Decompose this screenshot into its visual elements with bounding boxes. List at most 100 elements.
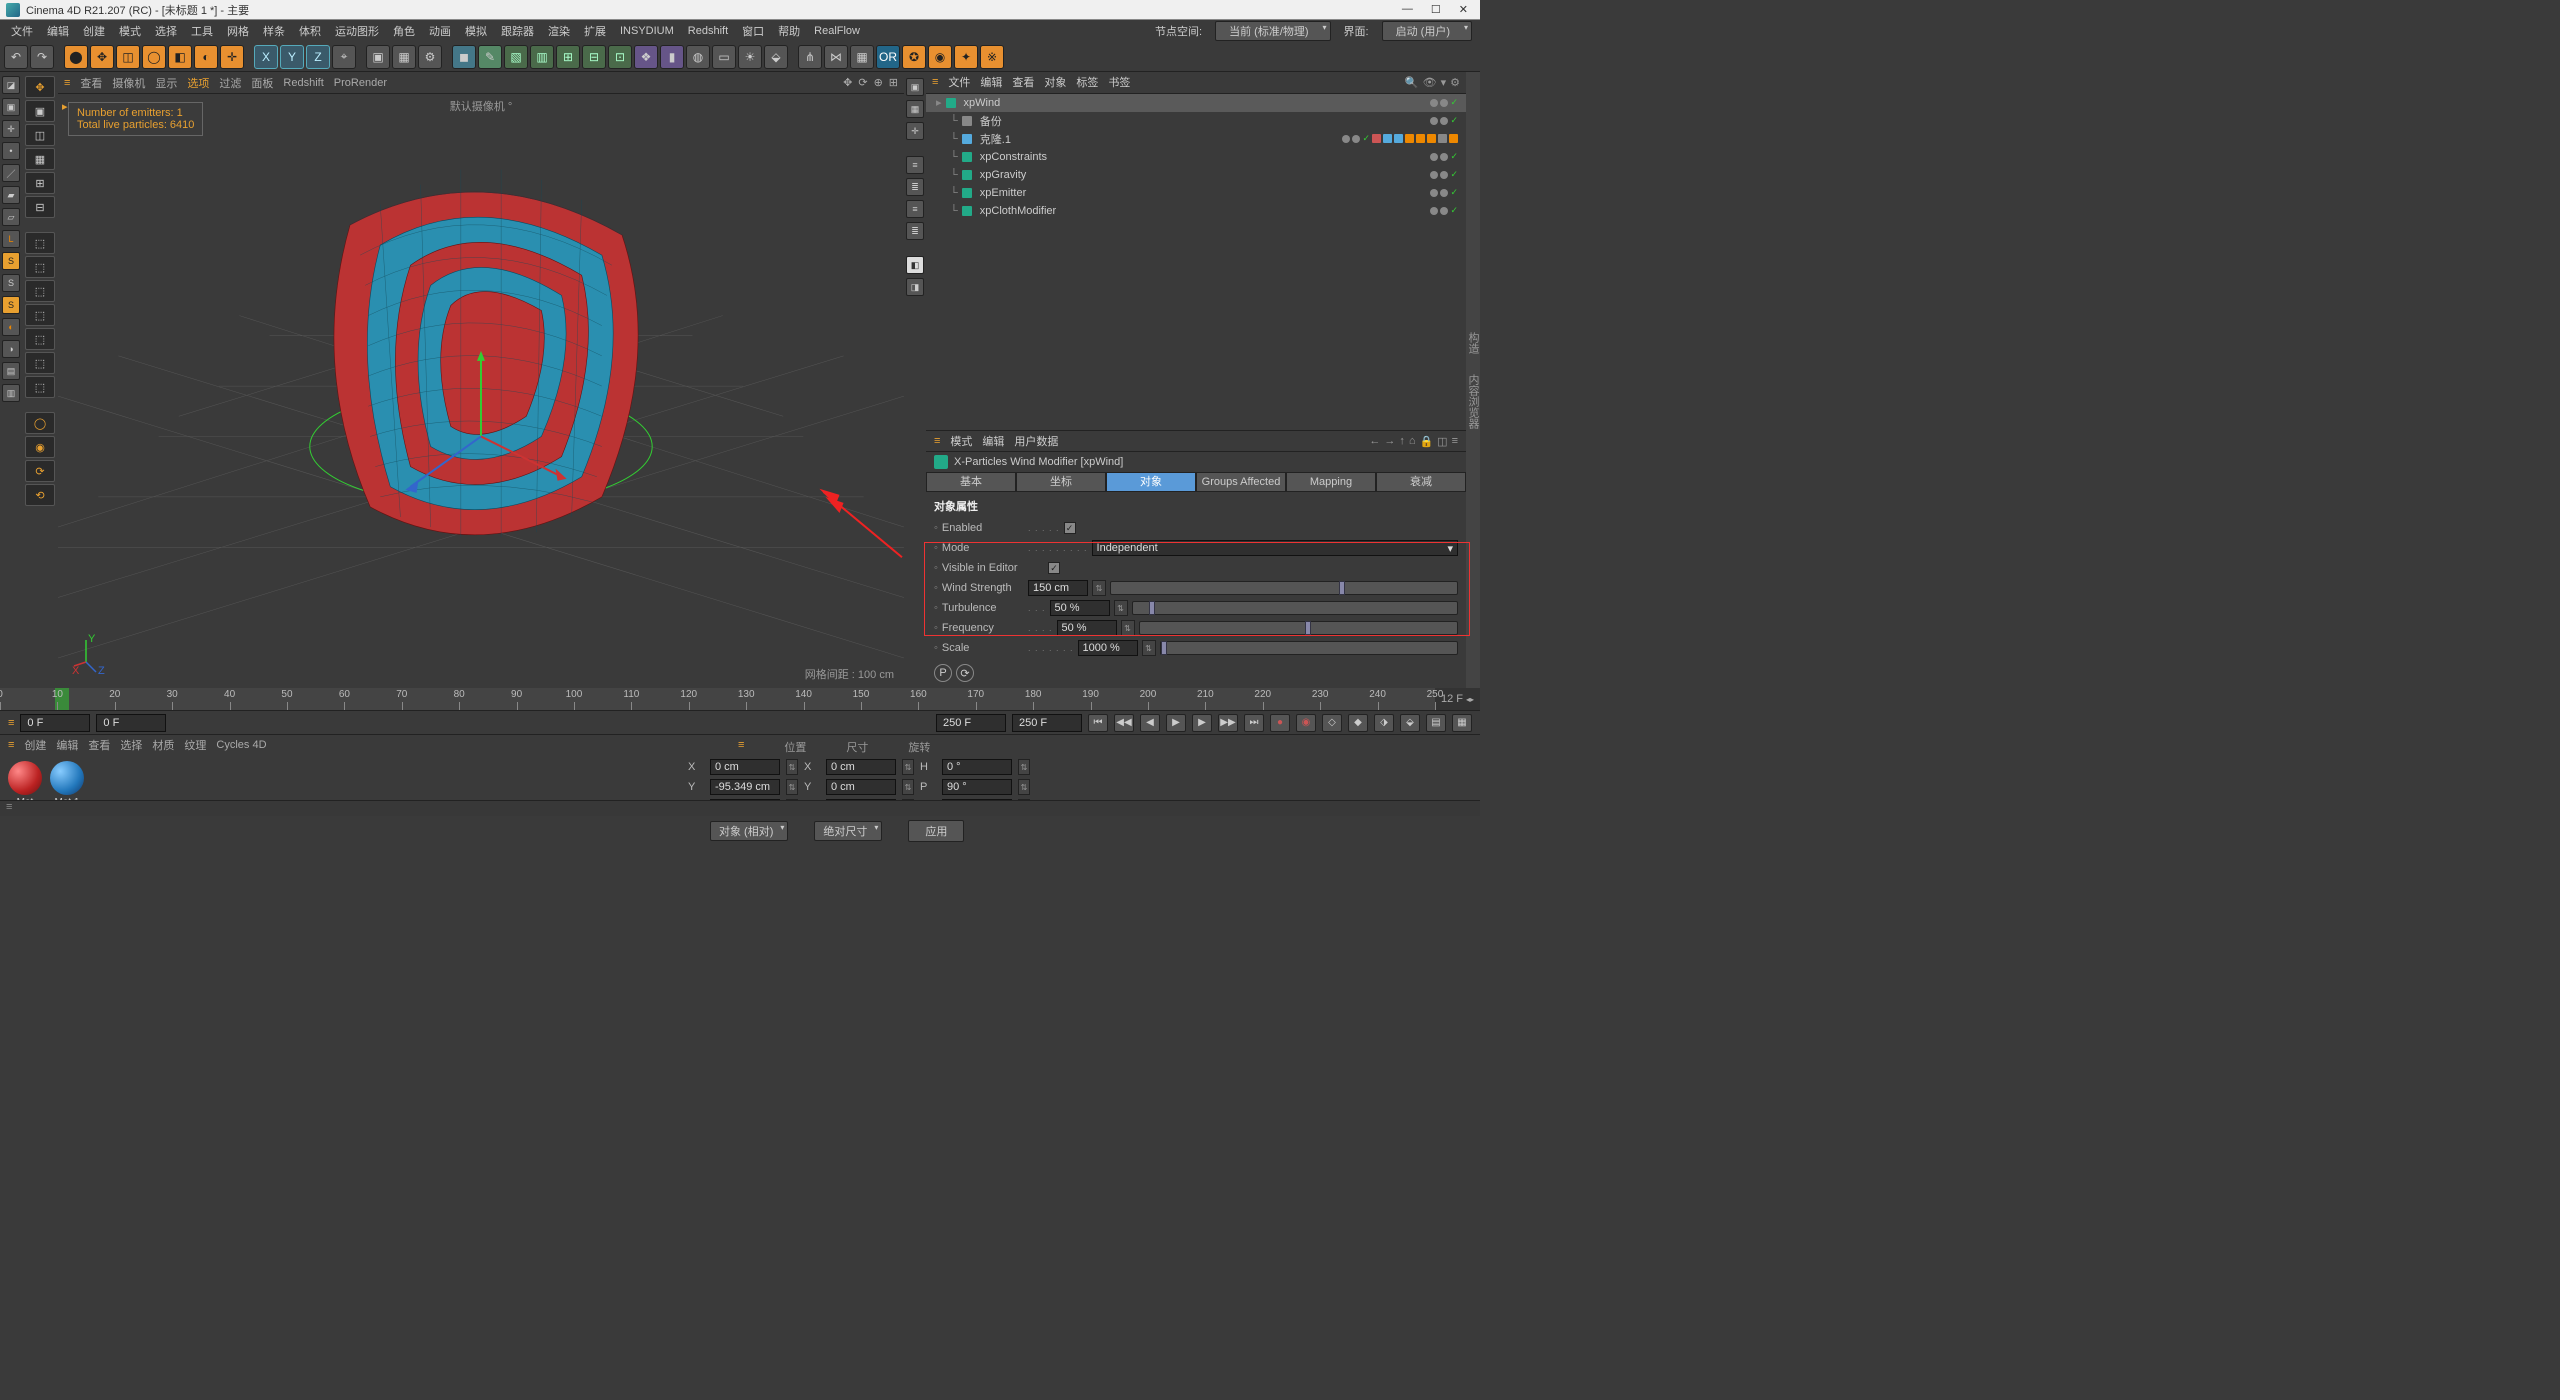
om-item-xpWind[interactable]: ▸ xpWind✓ (926, 94, 1466, 112)
coord-X-pos[interactable] (710, 759, 780, 775)
vp-display[interactable]: 显示 (155, 75, 177, 91)
menu-realflow[interactable]: RealFlow (807, 25, 867, 37)
viewport-solo[interactable]: ▤ (2, 362, 20, 380)
snap-grp-5[interactable]: ⬚ (25, 328, 55, 350)
prop-visible-checkbox[interactable]: ✓ (1048, 562, 1060, 574)
coord-mode1-dropdown[interactable]: 对象 (相对) (710, 821, 788, 841)
attr-nav-up[interactable]: ↑ (1399, 435, 1405, 448)
attr-nav-new[interactable]: ◫ (1437, 435, 1447, 448)
axis-mode[interactable]: ✛ (2, 120, 20, 138)
snap-grp-6[interactable]: ⬚ (25, 352, 55, 374)
play-button[interactable]: ▶ (1166, 714, 1186, 732)
wp-4[interactable]: ⟲ (25, 484, 55, 506)
key-opts-1[interactable]: ◇ (1322, 714, 1342, 732)
autokey-button[interactable]: ◉ (1296, 714, 1316, 732)
prop-freq-slider[interactable] (1139, 621, 1458, 635)
deformer-object[interactable]: ▮ (660, 45, 684, 69)
hud-toggle-icon[interactable]: ▸ (62, 100, 68, 113)
snap-grp-1[interactable]: ⬚ (25, 232, 55, 254)
attr-nav-opts[interactable]: ≡ (1452, 435, 1458, 448)
rotate-tool[interactable]: ◯ (142, 45, 166, 69)
om-eye-icon[interactable]: 👁 (1423, 76, 1437, 89)
prop-wind-slider[interactable] (1110, 581, 1458, 595)
prev-frame-button[interactable]: ◀ (1140, 714, 1160, 732)
snap-s1[interactable]: S (2, 252, 20, 270)
prop-turb-input[interactable] (1050, 600, 1110, 616)
om-tags[interactable]: 标签 (1076, 74, 1098, 90)
menu-mograph[interactable]: 运动图形 (328, 23, 386, 39)
viewport-3d[interactable]: Number of emitters: 1 Total live particl… (58, 94, 904, 688)
snap-grp-7[interactable]: ⬚ (25, 376, 55, 398)
vp-nav-icon-3[interactable]: ⊕ (874, 76, 883, 89)
coord-apply-button[interactable]: 应用 (908, 820, 964, 842)
prop-scale-slider[interactable] (1160, 641, 1458, 655)
prop-turb-slider[interactable] (1132, 601, 1458, 615)
render-view[interactable]: ▣ (366, 45, 390, 69)
mid-icon-3[interactable]: ✛ (906, 122, 924, 140)
coord-H-rot[interactable] (942, 759, 1012, 775)
vp-nav-icon-4[interactable]: ⊞ (889, 76, 898, 89)
undo-button[interactable]: ↶ (4, 45, 28, 69)
grid-toggle[interactable]: ▦ (850, 45, 874, 69)
vp-nav-icon-1[interactable]: ✥ (843, 76, 852, 89)
lasttool-button[interactable]: ◧ (168, 45, 192, 69)
layout-dropdown[interactable]: 启动 (用户) (1382, 21, 1472, 41)
key-opts-4[interactable]: ⬙ (1400, 714, 1420, 732)
om-item-备份[interactable]: └ 备份✓ (926, 112, 1466, 130)
key-opts-2[interactable]: ◆ (1348, 714, 1368, 732)
om-search-icon[interactable]: 🔍 (1405, 76, 1419, 89)
prop-mode-dropdown[interactable]: Independent▾ (1092, 540, 1458, 556)
octane-button[interactable]: OR (876, 45, 900, 69)
goto-end-button[interactable]: ⏭ (1244, 714, 1264, 732)
om-objects[interactable]: 对象 (1044, 74, 1066, 90)
snap-s3[interactable]: S (2, 296, 20, 314)
xp-button-1[interactable]: ✪ (902, 45, 926, 69)
y-axis-toggle[interactable]: Y (280, 45, 304, 69)
close-button[interactable]: ✕ (1459, 3, 1468, 16)
mid-icon-1[interactable]: ▣ (906, 78, 924, 96)
om-item-克隆.1[interactable]: └ 克隆.1✓ (926, 130, 1466, 148)
mat-material[interactable]: 材质 (152, 737, 174, 753)
next-frame-button[interactable]: ▶ (1192, 714, 1212, 732)
cloner-gen[interactable]: ⊞ (556, 45, 580, 69)
mid-icon-5[interactable]: ≣ (906, 178, 924, 196)
wp-1[interactable]: ◯ (25, 412, 55, 434)
mat-edit[interactable]: 编辑 (56, 737, 78, 753)
redo-button[interactable]: ↷ (30, 45, 54, 69)
menu-volume[interactable]: 体积 (292, 23, 328, 39)
subtab-object[interactable]: 对象 (1106, 472, 1196, 492)
vp-nav-icon-2[interactable]: ⟳ (858, 76, 867, 89)
mid-icon-6[interactable]: ≡ (906, 200, 924, 218)
z-axis-toggle[interactable]: Z (306, 45, 330, 69)
right-vertical-tabs[interactable]: 构造 内容浏览器 (1466, 72, 1480, 688)
bind-tool[interactable]: ⋈ (824, 45, 848, 69)
om-item-xpConstraints[interactable]: └ xpConstraints✓ (926, 148, 1466, 166)
menu-mode[interactable]: 模式 (112, 23, 148, 39)
om-opts-icon[interactable]: ⚙ (1450, 76, 1460, 89)
coord-system[interactable]: ⌖ (332, 45, 356, 69)
attr-nav-lock[interactable]: 🔒 (1419, 435, 1433, 448)
prop-wind-input[interactable] (1028, 580, 1088, 596)
menu-redshift[interactable]: Redshift (681, 25, 735, 37)
time-end2-field[interactable] (1012, 714, 1082, 732)
cloth-object[interactable]: ⬙ (764, 45, 788, 69)
coord-X-size[interactable] (826, 759, 896, 775)
key-opts-3[interactable]: ⬗ (1374, 714, 1394, 732)
attr-nav-fwd[interactable]: → (1384, 435, 1395, 448)
menu-simulate[interactable]: 模拟 (458, 23, 494, 39)
snap-grp-4[interactable]: ⬚ (25, 304, 55, 326)
scale-tool[interactable]: ◫ (116, 45, 140, 69)
menu-help[interactable]: 帮助 (771, 23, 807, 39)
coord-P-rot[interactable] (942, 779, 1012, 795)
soft-sel[interactable]: ◐ (2, 318, 20, 336)
mid-icon-9[interactable]: ◨ (906, 278, 924, 296)
mat-create[interactable]: 创建 (24, 737, 46, 753)
xp-button-2[interactable]: ◉ (928, 45, 952, 69)
poly-mode[interactable]: ▰ (2, 186, 20, 204)
vp-prorender[interactable]: ProRender (334, 77, 387, 89)
time-start-field[interactable] (20, 714, 90, 732)
prim-icon-2[interactable]: ◫ (25, 124, 55, 146)
coord-Y-size[interactable] (826, 779, 896, 795)
om-edit[interactable]: 编辑 (980, 74, 1002, 90)
uv-mode[interactable]: ▱ (2, 208, 20, 226)
